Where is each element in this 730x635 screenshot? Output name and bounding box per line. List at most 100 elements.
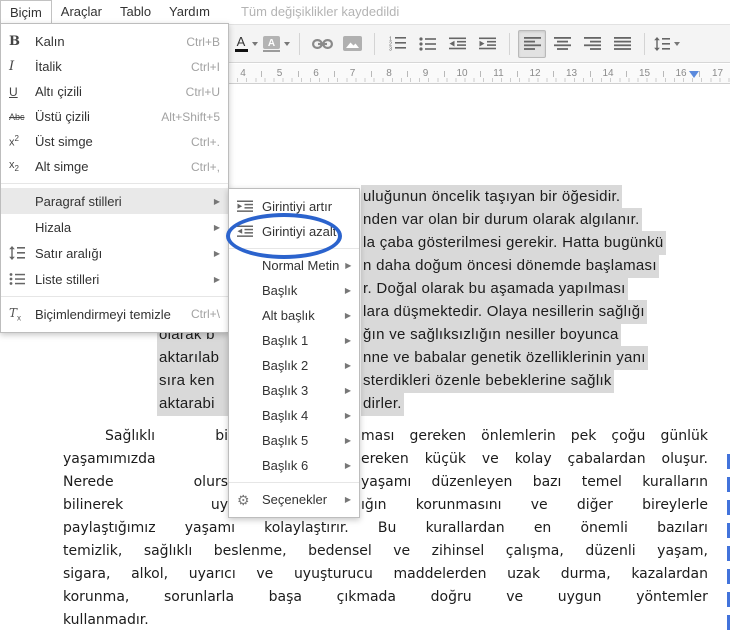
align-justify-button[interactable] bbox=[608, 30, 636, 58]
menu-item-underline[interactable]: U Altı çizili Ctrl+U bbox=[1, 79, 228, 104]
menu-item-paragraph-styles[interactable]: Paragraf stilleri ▶ bbox=[1, 188, 228, 214]
align-right-button[interactable] bbox=[578, 30, 606, 58]
menu-item-options[interactable]: ⚙ Seçenekler ▶ bbox=[229, 487, 359, 512]
doc-line: Sağlıklı bi ması gereken önlemlerin pek çoğu gü… bbox=[0, 428, 730, 451]
menu-item-label: Başlık 5 bbox=[262, 433, 309, 448]
indent-increase-button[interactable] bbox=[473, 30, 501, 58]
menubar-item-araclar[interactable]: Araçlar bbox=[52, 0, 111, 23]
line-spacing-button[interactable] bbox=[653, 30, 681, 58]
menu-item-shortcut: Ctrl+\ bbox=[190, 307, 220, 321]
doc-line: aktarabi dirler. bbox=[0, 392, 730, 418]
dropdown-caret-icon bbox=[674, 41, 680, 46]
menu-item-subscript[interactable]: x2 Alt simge Ctrl+, bbox=[1, 154, 228, 179]
menu-item-heading-1[interactable]: Başlık 1 ▶ bbox=[229, 328, 359, 353]
menu-item-indent-decrease[interactable]: Girintiyi azalt bbox=[229, 219, 359, 244]
align-left-button[interactable] bbox=[518, 29, 546, 58]
ruler-fine-ticks bbox=[228, 78, 730, 82]
menu-item-italic[interactable]: I İtalik Ctrl+I bbox=[1, 54, 228, 79]
menu-separator bbox=[229, 482, 359, 483]
menu-item-label: Üstü çizili bbox=[35, 109, 90, 124]
doc-text: Nerede olurs bbox=[63, 474, 228, 490]
doc-line: sigara, alkol, uyarıcı ve uyuşturucu maddeler… bbox=[0, 566, 730, 589]
menu-item-label: Paragraf stilleri bbox=[35, 193, 122, 209]
submenu-arrow-icon: ▶ bbox=[213, 196, 220, 206]
menubar-item-tablo[interactable]: Tablo bbox=[111, 0, 160, 23]
doc-text: temizlik, sağlıklı beslenme, bedensel ve zihi… bbox=[63, 543, 708, 559]
gear-icon: ⚙ bbox=[237, 491, 250, 508]
ruler-number: 6 bbox=[313, 68, 319, 79]
ruler-tick bbox=[516, 71, 518, 77]
menubar-item-bicim[interactable]: Biçim bbox=[0, 0, 52, 24]
align-right-icon bbox=[583, 37, 601, 50]
menu-item-superscript[interactable]: x2 Üst simge Ctrl+. bbox=[1, 129, 228, 154]
ruler-number: 7 bbox=[349, 68, 356, 79]
menu-item-label: Normal Metin bbox=[262, 258, 340, 273]
submenu-arrow-icon: ▶ bbox=[213, 222, 220, 232]
menu-item-heading-4[interactable]: Başlık 4 ▶ bbox=[229, 403, 359, 428]
menu-item-title[interactable]: Başlık ▶ bbox=[229, 278, 359, 303]
menu-item-strikethrough[interactable]: Abc Üstü çizili Alt+Shift+5 bbox=[1, 104, 228, 129]
indent-decrease-button[interactable] bbox=[443, 30, 471, 58]
text-color-button[interactable]: A bbox=[232, 30, 260, 58]
menu-item-align[interactable]: Hizala ▶ bbox=[1, 214, 228, 240]
menu-item-label: Başlık 1 bbox=[262, 333, 309, 348]
menu-item-subtitle[interactable]: Alt başlık ▶ bbox=[229, 303, 359, 328]
doc-text-selected: sterdikleri özenle bebeklerine sağlık bbox=[361, 369, 614, 393]
highlight-color-button[interactable]: A bbox=[262, 30, 291, 58]
submenu-arrow-icon: ▶ bbox=[344, 386, 351, 395]
doc-line: paylaştığımız yaşamı kolaylaştırır. Bu kural… bbox=[0, 520, 730, 543]
paragraph-styles-menu: Girintiyi artır Girintiyi azalt Normal Met… bbox=[228, 188, 360, 518]
submenu-arrow-icon: ▶ bbox=[344, 361, 351, 370]
menu-item-line-spacing[interactable]: Satır aralığı ▶ bbox=[1, 240, 228, 266]
menu-item-clear-formatting[interactable]: Tx Biçimlendirmeyi temizle Ctrl+\ bbox=[1, 301, 228, 327]
doc-line: korunma, sorunlarla başa çıkmada doğru ve uygu… bbox=[0, 589, 730, 612]
insert-link-button[interactable] bbox=[308, 30, 336, 58]
ruler-tick bbox=[662, 71, 664, 77]
submenu-arrow-icon: ▶ bbox=[344, 436, 351, 445]
menu-item-label: Üst simge bbox=[35, 134, 93, 149]
doc-text: yaşamımızda bbox=[63, 451, 156, 467]
right-indent-marker[interactable] bbox=[689, 71, 699, 78]
doc-text: bilinerek uy bbox=[63, 497, 228, 513]
ruler-tick bbox=[589, 71, 591, 77]
submenu-arrow-icon: ▶ bbox=[345, 261, 352, 270]
ruler-tick bbox=[626, 71, 628, 77]
menu-item-normal-text[interactable]: Normal Metin ▶ bbox=[229, 253, 359, 278]
menu-item-label: Liste stilleri bbox=[35, 271, 100, 287]
ruler-number: 11 bbox=[493, 68, 504, 79]
doc-text: Sağlıklı bi bbox=[105, 428, 228, 444]
ruler-tick bbox=[261, 71, 263, 77]
doc-text-selected: nden var olan bir durum olarak algılanır… bbox=[361, 208, 642, 232]
menu-item-shortcut: Alt+Shift+5 bbox=[161, 109, 220, 124]
menu-item-heading-6[interactable]: Başlık 6 ▶ bbox=[229, 453, 359, 478]
doc-text-selected: sıra ken bbox=[157, 369, 232, 393]
menu-item-heading-5[interactable]: Başlık 5 ▶ bbox=[229, 428, 359, 453]
menu-item-shortcut: Ctrl+B bbox=[186, 34, 220, 49]
menu-item-list-styles[interactable]: Liste stilleri ▶ bbox=[1, 266, 228, 292]
line-spacing-icon bbox=[9, 246, 35, 260]
numbered-list-button[interactable]: 123 bbox=[383, 30, 411, 58]
doc-line: kullanmadır. bbox=[0, 612, 730, 635]
submenu-arrow-icon: ▶ bbox=[344, 286, 351, 295]
menu-item-heading-2[interactable]: Başlık 2 ▶ bbox=[229, 353, 359, 378]
doc-text-selected: nne ve babalar genetik özelliklerinin ya… bbox=[361, 346, 648, 370]
submenu-arrow-icon: ▶ bbox=[344, 411, 351, 420]
align-left-icon bbox=[523, 37, 541, 50]
toolbar-separator bbox=[299, 32, 300, 55]
insert-image-button[interactable] bbox=[338, 30, 366, 58]
doc-text-selected: ğın ve sağlıksızlığın nesiller boyunca bbox=[361, 323, 621, 347]
menu-item-indent-increase[interactable]: Girintiyi artır bbox=[229, 194, 359, 219]
line-spacing-icon bbox=[654, 36, 670, 51]
insert-image-icon bbox=[342, 36, 362, 51]
menu-item-bold[interactable]: B Kalın Ctrl+B bbox=[1, 29, 228, 54]
menu-bar: Biçim Araçlar Tablo Yardım Tüm değişiklikler… bbox=[0, 0, 730, 24]
menu-item-heading-3[interactable]: Başlık 3 ▶ bbox=[229, 378, 359, 403]
italic-icon: I bbox=[9, 59, 15, 74]
bullet-list-button[interactable] bbox=[413, 30, 441, 58]
doc-line: yaşamımızda ereken küçük ve kolay çabalardan o… bbox=[0, 451, 730, 474]
menubar-item-yardim[interactable]: Yardım bbox=[160, 0, 219, 23]
align-center-button[interactable] bbox=[548, 30, 576, 58]
ruler-number: 5 bbox=[276, 68, 283, 79]
ruler-number: 13 bbox=[565, 68, 578, 79]
menu-item-shortcut: Ctrl+. bbox=[190, 134, 220, 149]
